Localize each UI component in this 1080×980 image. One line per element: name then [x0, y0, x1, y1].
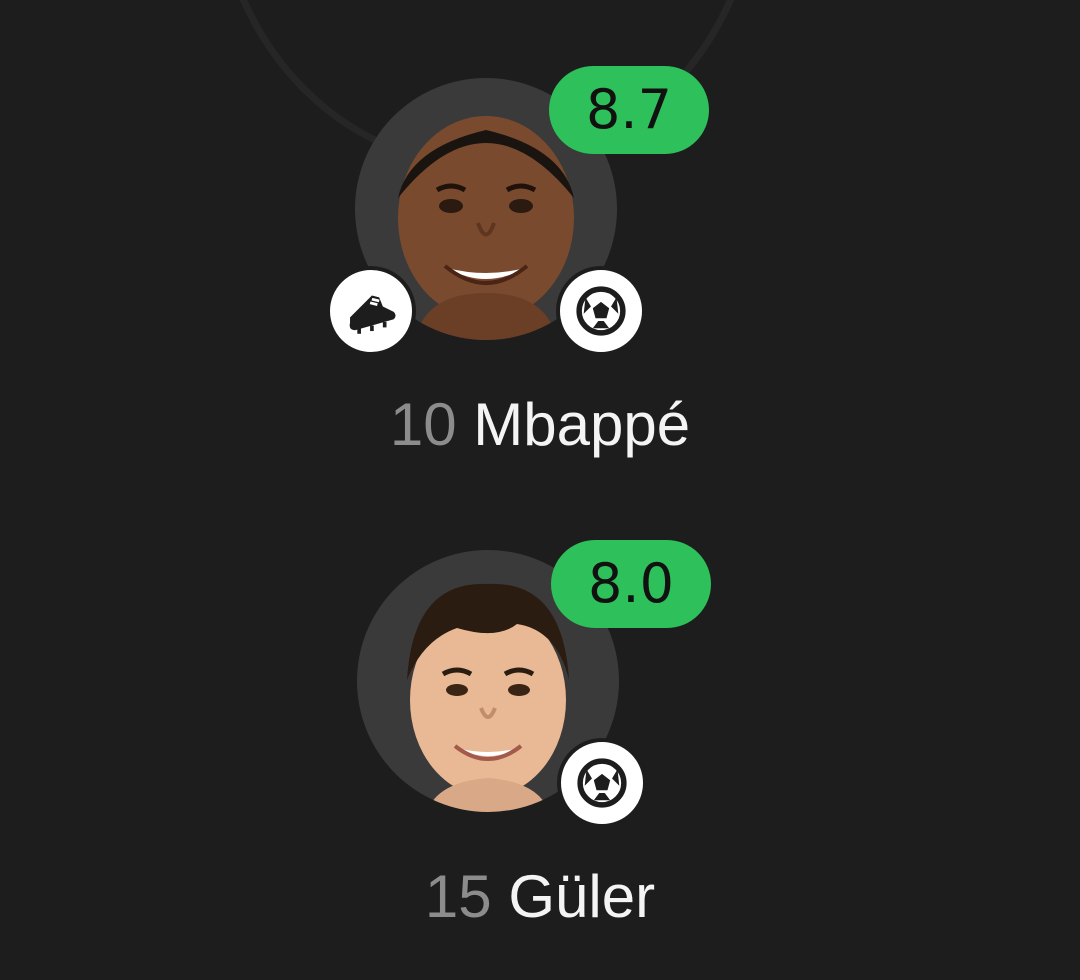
- rating-badge: 8.0: [551, 540, 711, 628]
- shirt-number: 15: [424, 863, 492, 930]
- rating-badge: 8.7: [549, 66, 709, 154]
- boot-icon: [326, 266, 416, 356]
- player-name-line: 15 Güler: [0, 862, 1080, 931]
- player-name: Mbappé: [473, 391, 691, 458]
- soccer-ball-icon: [556, 266, 646, 356]
- shirt-number: 10: [389, 391, 457, 458]
- player-name-line: 10 Mbappé: [0, 390, 1080, 459]
- soccer-ball-icon: [557, 738, 647, 828]
- player-name: Güler: [508, 863, 656, 930]
